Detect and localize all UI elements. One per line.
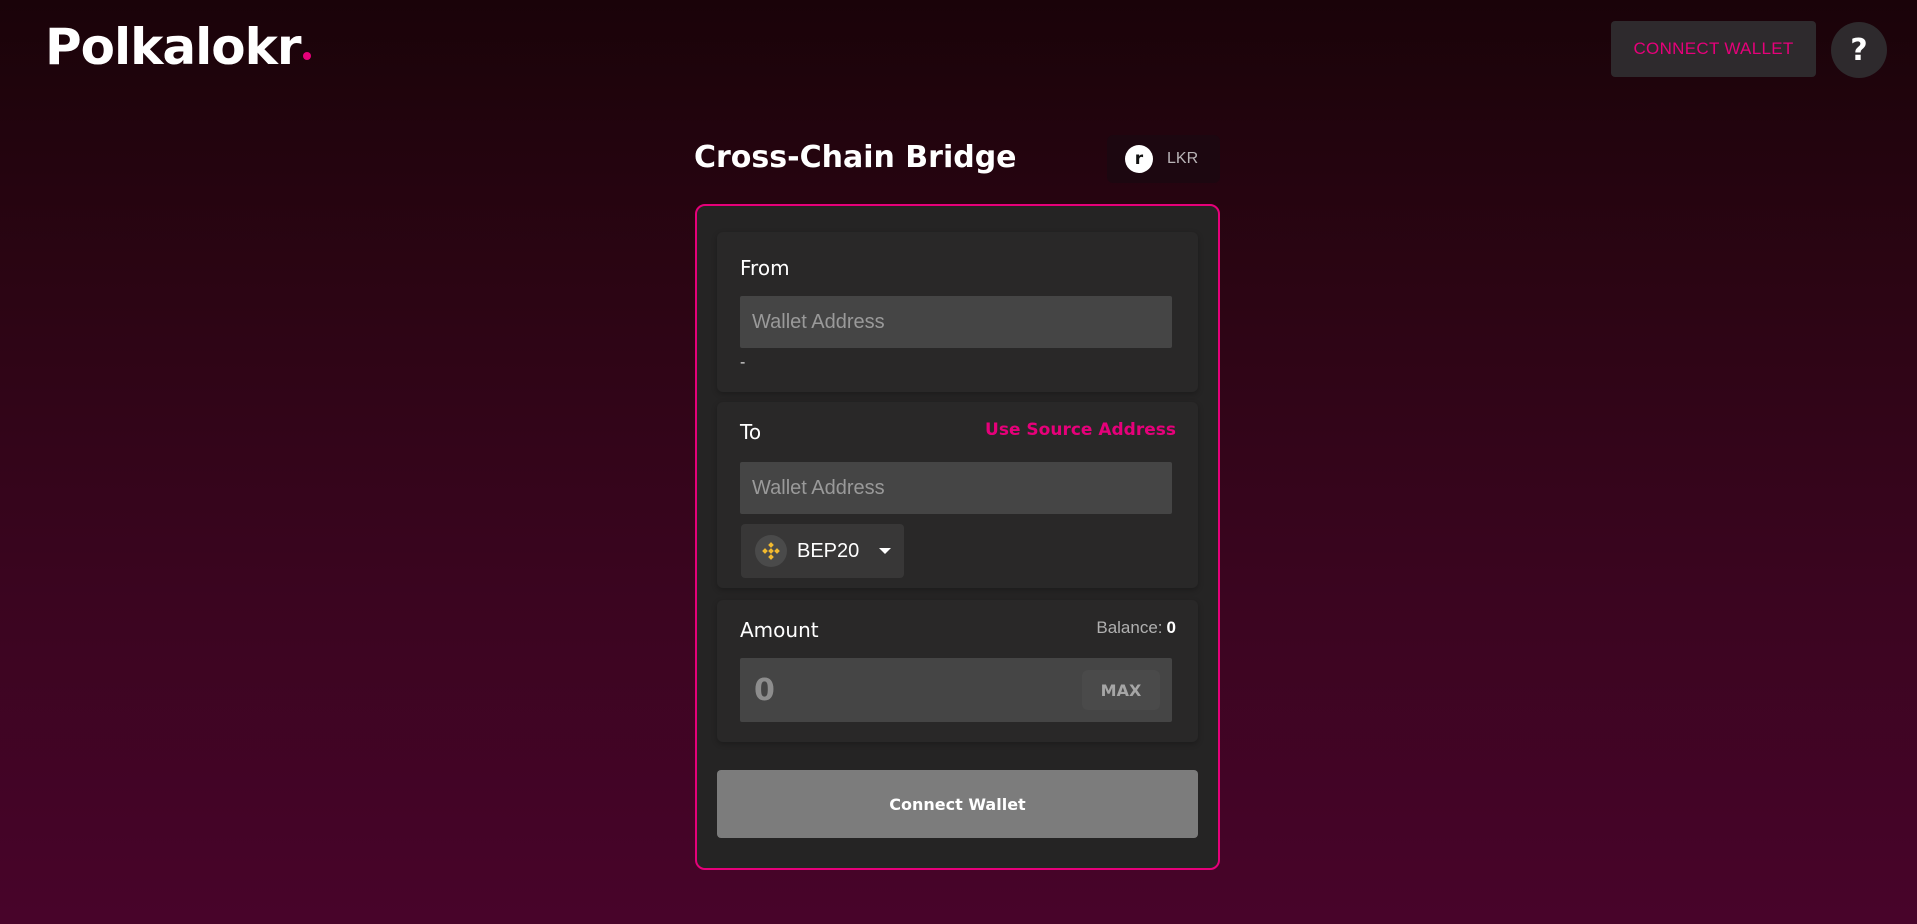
from-label: From bbox=[740, 256, 790, 280]
bnb-icon bbox=[755, 535, 787, 567]
connect-wallet-button[interactable]: Connect Wallet bbox=[717, 770, 1198, 838]
page-title: Cross-Chain Bridge bbox=[694, 140, 1017, 175]
from-wallet-address-input[interactable] bbox=[740, 296, 1172, 348]
polkalokr-logo[interactable]: Polkalokr bbox=[45, 18, 311, 76]
amount-input[interactable] bbox=[754, 658, 1054, 722]
balance-value: 0 bbox=[1166, 618, 1176, 637]
from-balance-text: - bbox=[740, 354, 746, 371]
logo-dot bbox=[302, 52, 311, 60]
amount-box: MAX bbox=[740, 658, 1172, 722]
token-label: LKR bbox=[1167, 150, 1199, 167]
max-button[interactable]: MAX bbox=[1082, 670, 1160, 710]
amount-section: Amount Balance:0 MAX bbox=[717, 600, 1198, 742]
bridge-card: From - To Use Source Address BEP20 bbox=[695, 204, 1220, 870]
token-selector[interactable]: r LKR bbox=[1107, 135, 1220, 183]
chevron-down-icon bbox=[879, 548, 892, 554]
use-source-address-link[interactable]: Use Source Address bbox=[985, 420, 1176, 440]
network-label: BEP20 bbox=[797, 539, 860, 562]
amount-label: Amount bbox=[740, 618, 819, 642]
from-section: From - bbox=[717, 232, 1198, 392]
header-connect-wallet-button[interactable]: CONNECT WALLET bbox=[1611, 21, 1816, 77]
help-button[interactable]: ? bbox=[1831, 22, 1887, 78]
to-label: To bbox=[740, 420, 762, 444]
logo-text: Polkalokr bbox=[45, 18, 302, 76]
to-section: To Use Source Address BEP20 bbox=[717, 402, 1198, 588]
balance-display: Balance: 0 bbox=[1096, 618, 1176, 638]
network-select[interactable]: BEP20 bbox=[741, 524, 904, 578]
to-wallet-address-input[interactable] bbox=[740, 462, 1172, 514]
balance-label: Balance: bbox=[1096, 618, 1163, 637]
lkr-token-icon: r bbox=[1125, 145, 1153, 173]
